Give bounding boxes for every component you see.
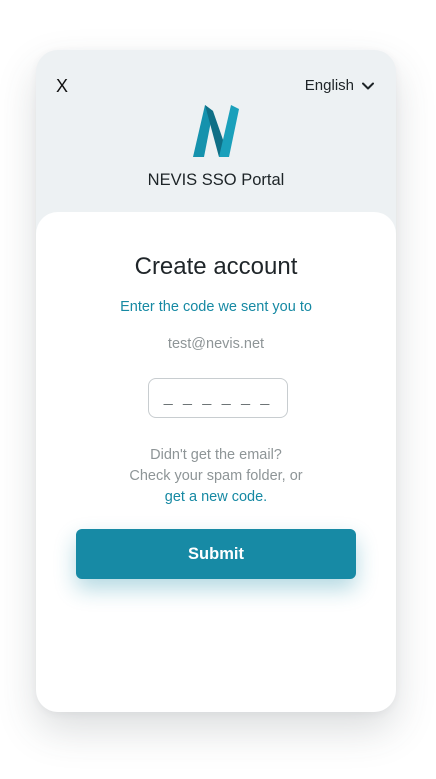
- page-title: Create account: [134, 253, 298, 280]
- login-panel: X English NEVIS SSO Portal Create accoun…: [36, 50, 396, 712]
- chevron-down-icon: [362, 82, 374, 89]
- close-button[interactable]: X: [56, 77, 68, 95]
- help-text: Didn't get the email? Check your spam fo…: [36, 445, 396, 508]
- language-selector[interactable]: English: [305, 77, 374, 94]
- instruction-text: Enter the code we sent you to: [120, 299, 312, 315]
- help-line-2: Check your spam folder, or: [129, 468, 303, 484]
- header: X English NEVIS SSO Portal: [36, 50, 396, 212]
- language-label: English: [304, 77, 354, 94]
- portal-title: NEVIS SSO Portal: [147, 171, 285, 189]
- nevis-logo: [193, 105, 239, 157]
- form-card: Create account Enter the code we sent yo…: [36, 212, 396, 712]
- get-new-code-link[interactable]: get a new code.: [165, 489, 267, 505]
- email-address: test@nevis.net: [167, 336, 265, 352]
- verification-code-input[interactable]: [148, 378, 288, 418]
- help-line-1: Didn't get the email?: [150, 447, 282, 463]
- submit-button[interactable]: Submit: [76, 529, 356, 579]
